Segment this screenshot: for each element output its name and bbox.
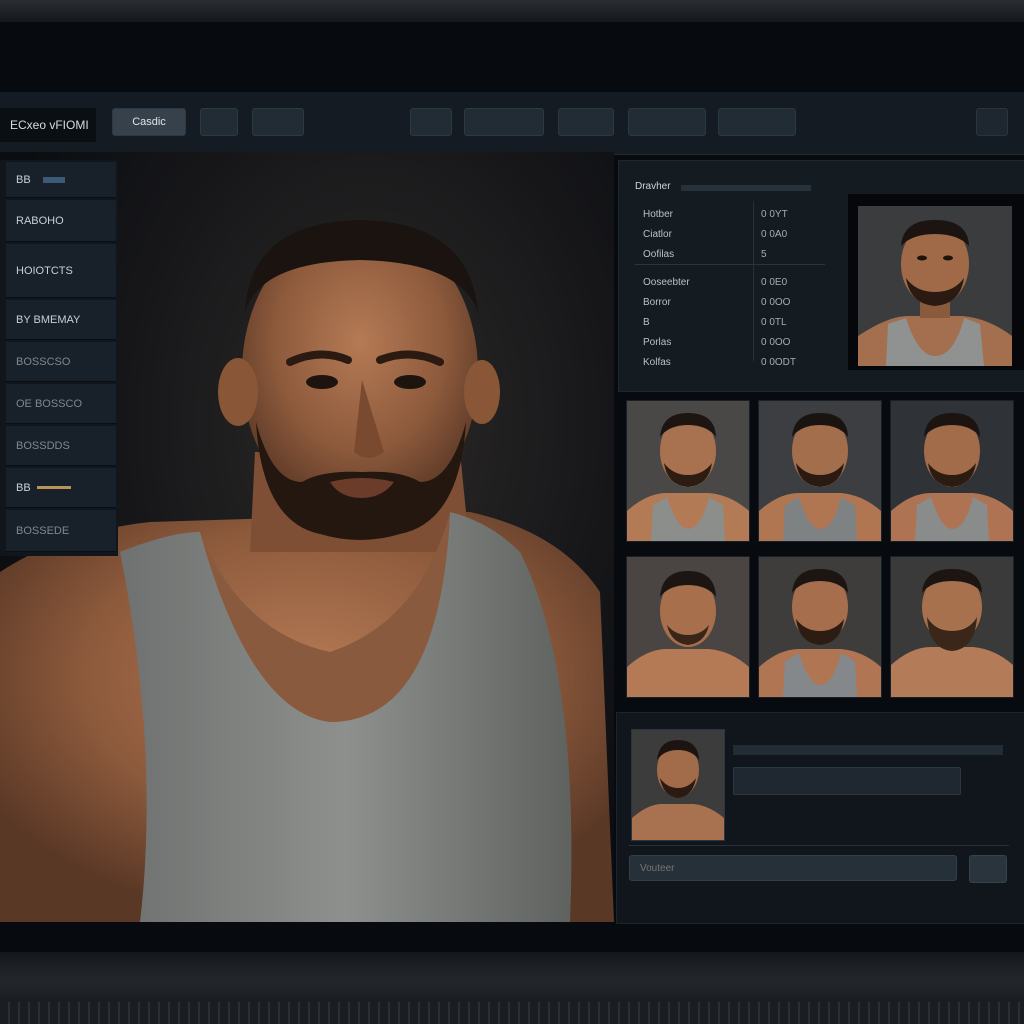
detail-value: 0 0A0	[761, 229, 788, 240]
detail-key: Porlas	[643, 337, 672, 348]
top-toolbar: ECxeo vFIOMI Casdic	[0, 92, 1024, 155]
sidebar-item-label: RABOHO	[16, 214, 64, 227]
sidebar-item-label: BOSSCSO	[16, 355, 71, 368]
detail-key: Kolfas	[643, 357, 671, 368]
portrait-thumbnail[interactable]	[626, 400, 750, 542]
sidebar-item-label: BB	[16, 481, 31, 494]
portrait-image	[627, 557, 749, 697]
sidebar-item-5[interactable]: BOSSCSO	[6, 342, 116, 382]
field-label-bar	[733, 745, 1003, 755]
details-title: Dravher	[635, 181, 671, 192]
toolbar-button-4[interactable]	[410, 108, 452, 136]
selected-portrait-thumbnail[interactable]	[848, 194, 1024, 370]
detail-value: 0 0TL	[761, 317, 787, 328]
sidebar-item-6[interactable]: OE BOSSCO	[6, 384, 116, 424]
detail-key: Ciatlor	[643, 229, 672, 240]
preview-thumbnail[interactable]	[631, 729, 725, 841]
toolbar-button-1[interactable]: Casdic	[112, 108, 186, 136]
sidebar-item-4[interactable]: BY BMEMAY	[6, 300, 116, 340]
window-control-button[interactable]	[976, 108, 1008, 136]
portrait-thumbnail[interactable]	[890, 556, 1014, 698]
detail-key: B	[643, 317, 650, 328]
portrait-thumbnail[interactable]	[758, 556, 882, 698]
sidebar-item-label: BB	[16, 173, 31, 186]
detail-value: 0 0OO	[761, 337, 791, 348]
portrait-image	[891, 557, 1013, 697]
details-title-bar	[681, 185, 811, 191]
detail-key: Hotber	[643, 209, 674, 220]
sidebar-item-label: BOSSEDE	[16, 524, 70, 537]
portrait-image	[891, 401, 1013, 541]
sidebar-item-label: BY BMEMAY	[16, 313, 81, 326]
sidebar-item-1[interactable]: BB	[6, 162, 116, 198]
toolbar-button-8[interactable]	[718, 108, 796, 136]
detail-key: Oofilas	[643, 249, 675, 260]
status-chip	[42, 176, 65, 183]
monitor-bezel-bottom	[0, 952, 1024, 1024]
active-indicator	[36, 486, 71, 489]
editor-panel	[616, 712, 1024, 924]
name-field[interactable]	[733, 767, 961, 795]
portrait-image	[759, 401, 881, 541]
sidebar-item-label: HOIOTCTS	[16, 264, 73, 277]
detail-key: Borror	[643, 297, 671, 308]
panel-divider	[629, 845, 1009, 846]
sidebar-item-2[interactable]: RABOHO	[6, 200, 116, 242]
details-column-divider	[753, 201, 754, 361]
portrait-thumbnail[interactable]	[890, 400, 1014, 542]
details-section-divider	[635, 264, 825, 265]
toolbar-button-2[interactable]	[200, 108, 238, 136]
detail-value: 0 0E0	[761, 277, 788, 288]
sidebar-item-9[interactable]: BOSSEDE	[6, 510, 116, 552]
sidebar-item-3[interactable]: HOIOTCTS	[6, 244, 116, 298]
detail-key: Ooseebter	[643, 277, 690, 288]
sidebar: BB RABOHO HOIOTCTS BY BMEMAY BOSSCSO OE …	[0, 160, 118, 556]
sidebar-item-label: OE BOSSCO	[16, 397, 83, 410]
portrait-image	[759, 557, 881, 697]
portrait-image	[627, 401, 749, 541]
toolbar-button-3[interactable]	[252, 108, 304, 136]
submit-button[interactable]	[969, 855, 1007, 883]
sidebar-item-7[interactable]: BOSSDDS	[6, 426, 116, 466]
toolbar-button-7[interactable]	[628, 108, 706, 136]
preview-image	[632, 730, 724, 840]
toolbar-button-5[interactable]	[464, 108, 544, 136]
app-screen: ECxeo vFIOMI Casdic BB RABOHO HOIOTCTS B…	[0, 22, 1024, 952]
search-input[interactable]	[629, 855, 957, 881]
sidebar-item-8-active[interactable]: BB	[6, 468, 116, 508]
detail-value: 0 0YT	[761, 209, 788, 220]
portrait-thumbnail[interactable]	[758, 400, 882, 542]
monitor-bezel-top	[0, 0, 1024, 22]
portrait-thumbnail[interactable]	[626, 556, 750, 698]
app-title: ECxeo vFIOMI	[0, 108, 96, 142]
detail-value: 0 0OO	[761, 297, 791, 308]
sidebar-item-label: BOSSDDS	[16, 439, 70, 452]
toolbar-button-6[interactable]	[558, 108, 614, 136]
monitor-stand-strip	[0, 1002, 1024, 1024]
detail-value: 0 0ODT	[761, 357, 797, 368]
selected-portrait-image	[858, 206, 1012, 366]
detail-value: 5	[761, 249, 767, 260]
